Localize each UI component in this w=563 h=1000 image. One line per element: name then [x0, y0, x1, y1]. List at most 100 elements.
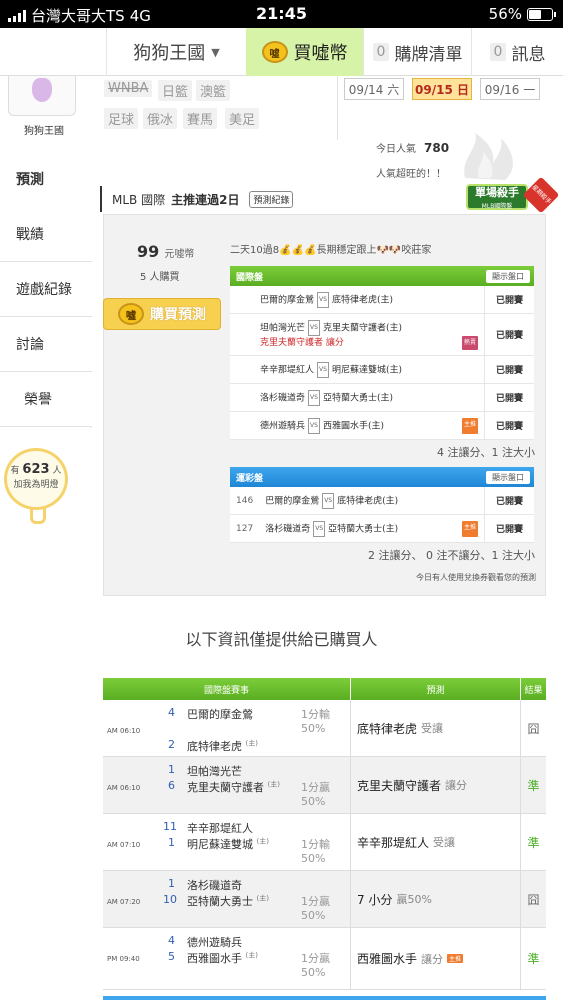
buyer-count: 5 人購買 — [140, 272, 180, 283]
handicap: 1分贏 — [301, 895, 330, 908]
date-tab-0914[interactable]: 09/14 六 — [344, 78, 404, 100]
handicap-pct: 50% — [301, 909, 326, 922]
away-score: 4 — [168, 934, 175, 947]
sidebar-item-predict[interactable]: 預測 — [0, 151, 92, 207]
fire-decoration-icon — [464, 133, 513, 180]
sidebar-item-discussion[interactable]: 討論 — [0, 317, 92, 372]
tag-wnba[interactable]: WNBA — [104, 80, 153, 97]
list-item: 146 巴爾的摩金鶯 VS 底特律老虎(主) 已開賽 — [230, 487, 534, 515]
away-team: 辛辛那堤紅人 — [187, 822, 253, 835]
tag-jp-basketball[interactable]: 日籃 — [158, 80, 193, 101]
list-item: 127 洛杉磯道奇 VS 亞特蘭大勇士(主) 主推 已開賽 — [230, 515, 534, 543]
away-score: 1 — [168, 763, 175, 776]
show-odds-button[interactable]: 顯示盤口 — [486, 269, 530, 283]
buy-coins-button[interactable]: 噓買噓幣 — [246, 28, 363, 76]
home-team: 亞特蘭大勇士 — [187, 895, 253, 908]
vs-icon: VS — [308, 319, 320, 336]
pick: 西雅圖水手 — [357, 952, 418, 966]
status-bar: 台灣大哥大TS 4G 21:45 56% — [0, 0, 563, 28]
away-team: 洛杉磯道奇 — [187, 879, 242, 892]
match: 巴爾的摩金鶯 VS 底特律老虎(主) — [230, 286, 484, 313]
away-team: 坦帕灣光芒 — [187, 765, 242, 778]
result-cell: 準 — [527, 835, 540, 850]
tag-us-football[interactable]: 美足 — [225, 108, 260, 129]
match-time: AM 07:20 — [107, 898, 141, 906]
tag-horse-racing[interactable]: 賽馬 — [183, 108, 218, 129]
home-score: 10 — [163, 893, 177, 906]
home-mark: (主) — [245, 739, 258, 748]
table-row: PM 09:40 4 德州遊騎兵 5 西雅圖水手 (主) 1分贏 50% 西雅圖水手讓… — [103, 928, 546, 990]
match: 洛杉磯道奇 VS 亞特蘭大勇士(主) — [230, 384, 484, 411]
prediction-cell: 克里夫蘭守護者 讓分 — [351, 757, 521, 813]
handicap: 1分輸 — [301, 838, 330, 851]
pick: 7 小分 — [357, 892, 393, 907]
handicap-pct: 50% — [301, 795, 326, 808]
site-switcher[interactable]: 狗狗王國 ▼ — [106, 28, 246, 76]
sidebar-item-game-history[interactable]: 遊戲紀錄 — [0, 262, 92, 317]
show-odds-button[interactable]: 顯示盤口 — [486, 470, 530, 484]
avatar[interactable] — [8, 76, 76, 116]
handicap-pct: 50% — [301, 852, 326, 865]
col-prediction: 預測 — [351, 678, 521, 700]
vs-icon: VS — [317, 361, 329, 378]
battery-icon — [527, 7, 556, 21]
result-cell: 囧 — [527, 721, 540, 736]
date-tab-0915[interactable]: 09/15 日 — [412, 78, 472, 100]
table-row: AM 07:20 1 洛杉磯道奇 10 亞特蘭大勇士 (主) 1分贏 50% 7 小分… — [103, 871, 546, 928]
messages-button[interactable]: 0 訊息 — [471, 28, 563, 76]
match-status: 已開賽 — [484, 384, 534, 411]
date-tab-0916[interactable]: 09/16 一 — [480, 78, 540, 100]
away-team: 德州遊騎兵 — [260, 421, 306, 431]
home-score: 5 — [168, 950, 175, 963]
vs-icon: VS — [308, 417, 320, 434]
cart-count: 0 — [372, 43, 390, 61]
prediction-cell: 西雅圖水手 讓分 主推 — [351, 928, 521, 989]
match-cell: AM 06:10 1 坦帕灣光芒 6 克里夫蘭守護者 (主) 1分贏 50% — [103, 757, 351, 813]
col-result: 結果 — [524, 685, 543, 696]
list-item: 洛杉磯道奇 VS 亞特蘭大勇士(主) 已開賽 — [230, 384, 534, 412]
home-team: 克里夫蘭守護者 — [187, 781, 264, 794]
bulb-caption: 加我為明燈 — [13, 480, 59, 490]
match: 127 洛杉磯道奇 VS 亞特蘭大勇士(主) 主推 — [230, 515, 484, 542]
col-match: 國際盤賽事 — [103, 678, 351, 700]
home-mark: (主) — [245, 951, 258, 960]
away-team: 德州遊騎兵 — [187, 936, 242, 949]
sidebar-item-record[interactable]: 戰績 — [0, 207, 92, 262]
list-item: 辛辛那堤紅人 VS 明尼蘇達雙城(主) 已開賽 — [230, 356, 534, 384]
list-item: 德州遊騎兵 VS 西雅圖水手(主) 主推 已開賽 — [230, 412, 534, 440]
cart-label: 購牌清單 — [394, 44, 463, 65]
bulb-icon — [30, 508, 46, 524]
main-pick-icon: 主推 — [447, 954, 464, 963]
game-number: 127 — [236, 524, 254, 534]
pick-type: 受讓 — [421, 722, 444, 735]
handicap: 1分贏 — [301, 952, 330, 965]
lottery-odds-header: 運彩盤 顯示盤口 — [230, 467, 534, 487]
result-cell: 囧 — [527, 892, 540, 907]
tag-soccer[interactable]: 足球 — [104, 108, 139, 129]
avatar-image — [32, 78, 52, 102]
pick-type: 贏50% — [396, 893, 432, 906]
match: 德州遊騎兵 VS 西雅圖水手(主) 主推 — [230, 412, 484, 439]
away-score: 4 — [168, 706, 175, 719]
intl-odds-header: 國際盤 顯示盤口 — [230, 266, 534, 286]
tag-au-basketball[interactable]: 澳籃 — [196, 80, 231, 101]
match-cell: AM 07:10 11 辛辛那堤紅人 1 明尼蘇達雙城 (主) 1分輸 50% — [103, 814, 351, 870]
record-button[interactable]: 預測紀錄 — [249, 190, 294, 208]
match-time: AM 06:10 — [107, 784, 141, 792]
cart-button[interactable]: 0 購牌清單 — [363, 28, 471, 76]
buy-prediction-button[interactable]: 噓購買預測 — [103, 298, 221, 330]
voucher-note: 今日有人使用兌換券觀看您的預測 — [416, 573, 536, 582]
match-status: 已開賽 — [484, 487, 534, 514]
bulb-prefix: 有 — [10, 466, 20, 476]
clock: 21:45 — [256, 4, 307, 23]
match-status: 已開賽 — [484, 515, 534, 542]
sidebar-item-honor[interactable]: 榮譽 — [0, 372, 92, 427]
followers-bulb[interactable]: 有 623 人 加我為明燈 — [4, 448, 68, 510]
pick-team: 克里夫蘭守護者 — [260, 337, 324, 348]
match-time: PM 09:40 — [107, 955, 140, 963]
match-time: AM 06:10 — [107, 727, 141, 735]
tag-ru-hockey[interactable]: 俄冰 — [143, 108, 178, 129]
list-item: 坦帕灣光芒 VS 克里夫蘭守護者(主) 克里夫蘭守護者 讓分 熱賣 已開賽 — [230, 314, 534, 356]
match: 坦帕灣光芒 VS 克里夫蘭守護者(主) 克里夫蘭守護者 讓分 熱賣 — [230, 314, 484, 355]
handicap: 1分輸 — [301, 708, 330, 721]
